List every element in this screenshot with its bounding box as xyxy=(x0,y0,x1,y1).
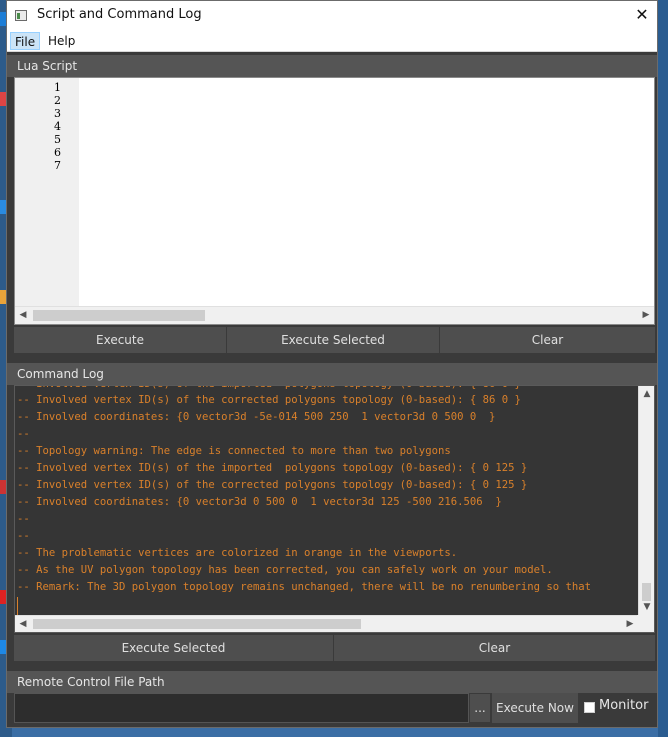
log-vertical-scrollbar[interactable]: ▲ ▼ xyxy=(638,386,654,616)
scroll-up-icon[interactable]: ▲ xyxy=(639,386,654,403)
scroll-left-icon[interactable]: ◀ xyxy=(15,307,31,324)
script-command-log-window: Script and Command Log ✕ File Help Lua S… xyxy=(6,0,658,728)
window-title: Script and Command Log xyxy=(37,7,202,22)
scrollbar-corner xyxy=(637,615,654,632)
scroll-right-icon[interactable]: ▶ xyxy=(622,616,638,632)
line-number: 2 xyxy=(54,94,61,107)
lua-button-row: Execute Execute Selected Clear xyxy=(14,327,655,353)
log-line: -- Topology warning: The edge is connect… xyxy=(17,445,451,457)
close-icon[interactable]: ✕ xyxy=(631,4,653,26)
editor-horizontal-scrollbar[interactable]: ◀ ▶ xyxy=(15,306,654,324)
line-number: 6 xyxy=(54,146,61,159)
log-line: -- Involved vertex ID(s) of the imported… xyxy=(17,462,528,474)
clear-button[interactable]: Clear xyxy=(440,327,655,353)
lua-script-label: Lua Script xyxy=(7,55,657,77)
scroll-left-icon[interactable]: ◀ xyxy=(15,616,31,632)
log-line: -- xyxy=(17,530,30,542)
line-number: 4 xyxy=(54,120,61,133)
log-line: -- As the UV polygon topology has been c… xyxy=(17,564,553,576)
lua-script-editor[interactable]: 1 2 3 4 5 6 7 ◀ ▶ xyxy=(14,77,655,325)
log-line: -- Remark: The 3D polygon topology remai… xyxy=(17,581,592,593)
line-number-gutter: 1 2 3 4 5 6 7 xyxy=(15,78,79,306)
log-line: -- Involved coordinates: {0 vector3d 0 5… xyxy=(17,496,502,508)
menu-help[interactable]: Help xyxy=(44,32,79,50)
command-log-label: Command Log xyxy=(7,363,657,385)
scroll-right-icon[interactable]: ▶ xyxy=(638,307,654,324)
command-log-output[interactable]: -- Involved vertex ID(s) of the imported… xyxy=(14,385,655,633)
execute-now-button[interactable]: Execute Now xyxy=(492,693,578,723)
log-line: -- xyxy=(17,513,30,525)
log-clear-button[interactable]: Clear xyxy=(334,635,655,661)
app-window-icon xyxy=(15,10,27,21)
menu-bar: File Help xyxy=(7,31,657,52)
menu-file[interactable]: File xyxy=(10,32,41,50)
log-horizontal-scrollbar[interactable]: ◀ ▶ xyxy=(15,615,638,632)
line-number: 5 xyxy=(54,133,61,146)
execute-button[interactable]: Execute xyxy=(14,327,227,353)
log-button-row: Execute Selected Clear xyxy=(14,635,655,661)
line-number: 3 xyxy=(54,107,61,120)
text-caret xyxy=(17,597,18,615)
log-line: -- xyxy=(17,428,30,440)
desktop-right-edge xyxy=(658,0,668,737)
log-line: -- Involved vertex ID(s) of the correcte… xyxy=(17,394,521,406)
scroll-down-icon[interactable]: ▼ xyxy=(639,599,654,616)
remote-path-input[interactable] xyxy=(14,693,469,723)
log-line: -- Involved coordinates: {0 vector3d -5e… xyxy=(17,411,496,423)
browse-button[interactable]: ... xyxy=(469,693,491,723)
log-line: -- Involved vertex ID(s) of the correcte… xyxy=(17,479,528,491)
remote-control-label: Remote Control File Path xyxy=(7,671,657,693)
line-number: 7 xyxy=(54,159,61,172)
log-line: -- The problematic vertices are colorize… xyxy=(17,547,458,559)
execute-selected-button[interactable]: Execute Selected xyxy=(227,327,440,353)
log-execute-selected-button[interactable]: Execute Selected xyxy=(14,635,334,661)
monitor-checkbox[interactable] xyxy=(584,702,595,713)
line-number: 1 xyxy=(54,81,61,94)
monitor-label: Monitor xyxy=(599,698,649,713)
scrollbar-thumb[interactable] xyxy=(33,619,361,629)
title-bar: Script and Command Log ✕ xyxy=(7,1,657,31)
scrollbar-thumb[interactable] xyxy=(33,310,205,321)
